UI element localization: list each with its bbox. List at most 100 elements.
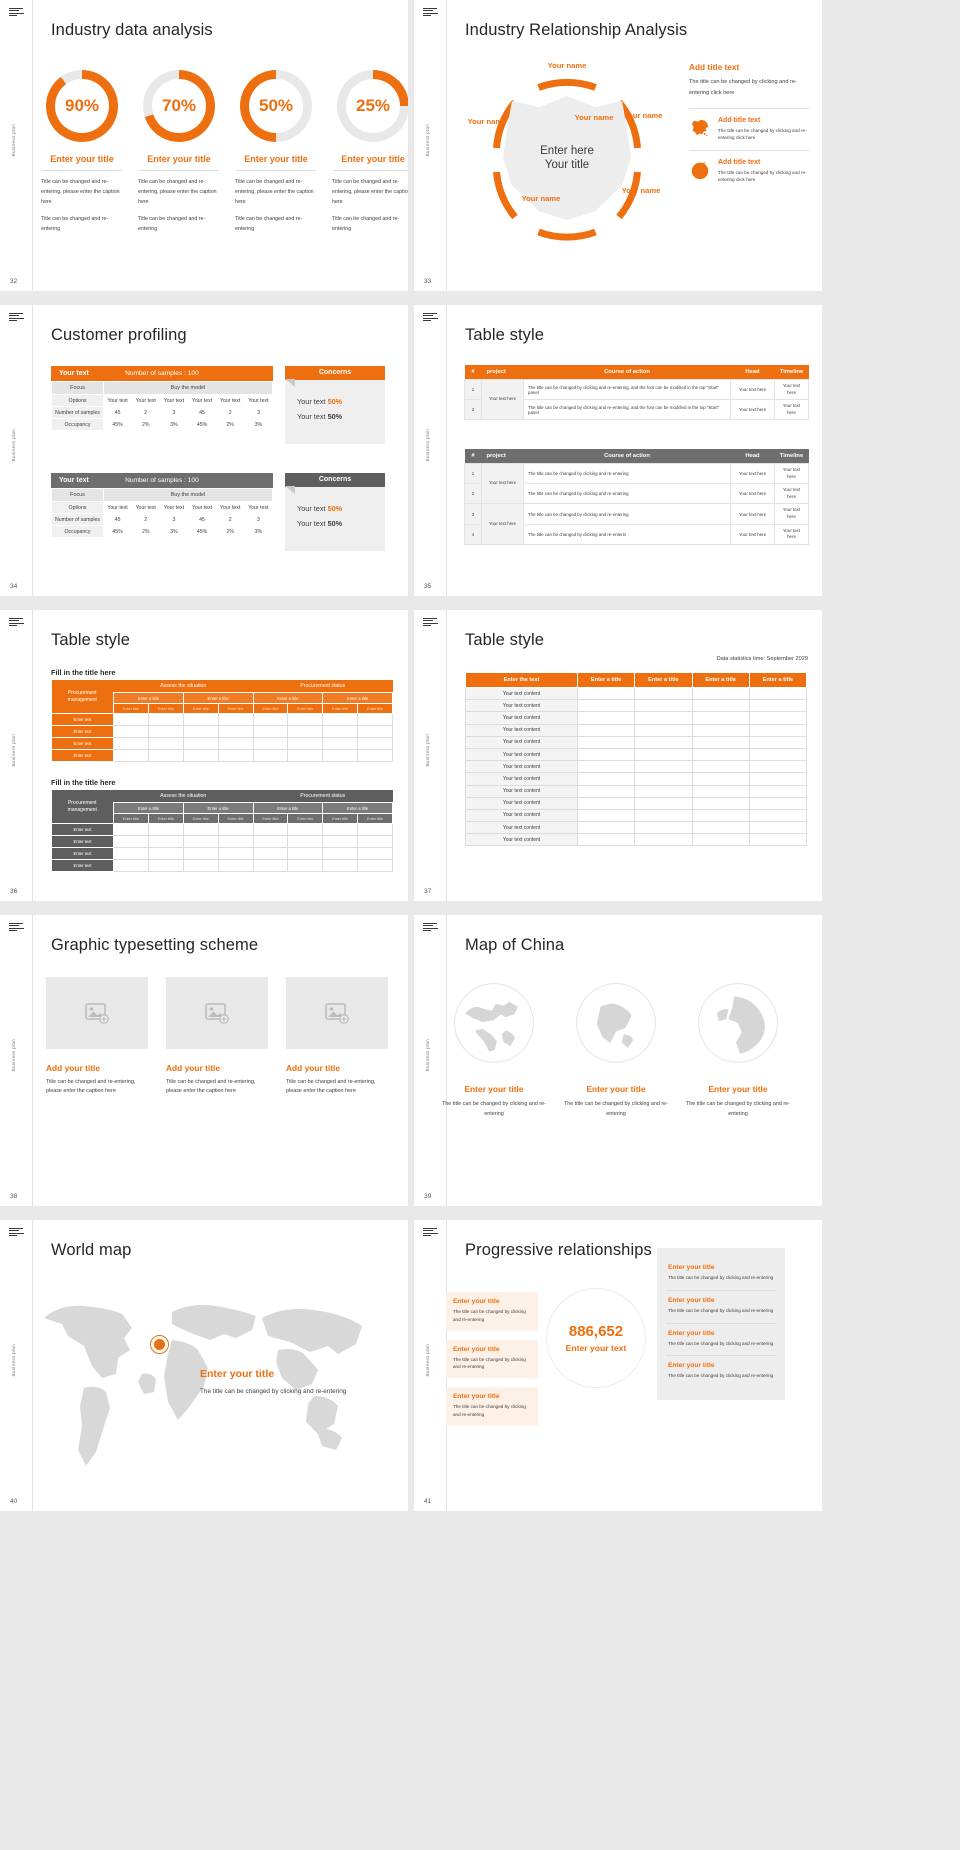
col-header-action: Course of action — [523, 449, 731, 464]
page-title: Industry data analysis — [51, 21, 213, 39]
card-heading: Enter your title — [668, 1362, 715, 1370]
cell-timeline: Your text here — [774, 378, 809, 401]
cell-head: Your text here — [730, 378, 775, 401]
data-timestamp: Data statistics time: September 2029 — [716, 656, 808, 662]
col-header-action: Course of action — [523, 365, 731, 380]
page-title: Table style — [465, 326, 545, 344]
cell: 2% — [131, 525, 161, 538]
table-header-row: # project Course of action Head Timeline — [464, 449, 809, 464]
relationship-diagram: Enter here Your title Your name Your nam… — [459, 61, 674, 252]
node-label-left: Your name — [467, 117, 507, 126]
slide-rail: Business plan — [414, 1220, 447, 1511]
divider — [689, 150, 809, 152]
info-item-body: The title can be changed by clicking and… — [718, 127, 807, 140]
col-header-head: Head — [730, 365, 775, 380]
table-row: Enter text — [51, 737, 393, 750]
concerns-label: Your text — [297, 396, 328, 406]
brand-logo-icon — [423, 1228, 439, 1237]
cell: 45% — [102, 525, 133, 538]
donut-group: 90% Enter your title Title can be change… — [38, 70, 408, 235]
slide-number: 34 — [10, 583, 18, 590]
rail-label: Business plan — [11, 429, 16, 462]
cell: Your text — [215, 394, 245, 407]
donut-chart-50: 50% — [240, 70, 312, 142]
cell: 2% — [131, 418, 161, 431]
profile-table-grey: Your text Number of samples : 100 Focus … — [51, 473, 274, 538]
node-label-right-bottom: Your name — [621, 186, 661, 195]
cell-project: Your text here — [481, 503, 524, 545]
brand-logo-icon — [423, 618, 439, 627]
globe-body: The title can be changed by clicking and… — [686, 1101, 790, 1118]
slide-number: 37 — [424, 888, 432, 895]
image-placeholder-icon — [85, 1003, 109, 1024]
group-header-1: Assess the situation — [113, 680, 253, 693]
pin-marker-icon[interactable] — [150, 1335, 169, 1354]
action-table-grey: # project Course of action Head Timeline… — [464, 449, 809, 545]
card-group: Add your title Title can be changed and … — [46, 977, 388, 1097]
slide-thumbnail-38[interactable]: Business plan Graphic typesetting scheme… — [0, 915, 408, 1206]
cell: 2 — [131, 513, 161, 526]
table-row: Your text content — [465, 686, 808, 701]
cell: 2% — [215, 418, 245, 431]
slide-thumbnail-32[interactable]: Business plan Industry data analysis 90%… — [0, 0, 408, 291]
col-header-1: Enter the text — [465, 672, 578, 688]
cell: Your text — [131, 501, 161, 514]
concerns-body: Your text 50% Your text 50% — [285, 379, 385, 444]
donut-value: 90% — [64, 96, 100, 115]
card-heading: Enter your title — [453, 1393, 500, 1401]
table-row: 1 Your text here The title can be change… — [464, 378, 809, 421]
slide-thumbnail-37[interactable]: Business plan Table style Data statistic… — [414, 610, 822, 901]
cell: Your text content — [465, 686, 578, 701]
slide-thumbnail-39[interactable]: Business plan Map of China Enter your ti… — [414, 915, 822, 1206]
cell-action: The title can be changed by clicking and… — [523, 523, 731, 545]
sub-sub-header: Enter title — [182, 813, 219, 824]
table-row: Options Your text Your text Your text Yo… — [51, 394, 274, 407]
stat-number: 886,652 — [568, 1323, 624, 1340]
table-row: Enter text — [51, 713, 393, 726]
row-label: Options — [51, 394, 104, 407]
table-row: Options Your text Your text Your text Yo… — [51, 501, 274, 514]
table-header-row: # project Course of action Head Timeline — [464, 365, 809, 380]
group-header-2: Procurement status — [253, 680, 393, 693]
divider — [42, 170, 122, 171]
corner-header: Procurement management — [51, 680, 114, 714]
concerns-label: Your text — [297, 411, 328, 421]
slide-thumbnail-33[interactable]: Business plan Industry Relationship Anal… — [414, 0, 822, 291]
group-header-2: Procurement status — [253, 790, 393, 803]
row-label: Occupancy — [51, 418, 104, 431]
slide-thumbnail-41[interactable]: Business plan Progressive relationships … — [414, 1220, 822, 1511]
info-heading: Add title text — [689, 62, 740, 72]
brand-logo-icon — [9, 1228, 25, 1237]
cell: Your text — [159, 394, 189, 407]
sub-sub-header: Enter title — [287, 813, 324, 824]
cell: Your text content — [465, 808, 578, 823]
row-header: Enter text — [51, 749, 114, 762]
table-row: Number of samples 45 2 3 45 2 3 — [51, 513, 274, 526]
slide-thumbnail-40[interactable]: Business plan World map Enter your title — [0, 1220, 408, 1511]
slide-number: 41 — [424, 1498, 432, 1505]
slide-rail: Business plan — [414, 0, 447, 291]
slide-thumbnail-36[interactable]: Business plan Table style Fill in the ti… — [0, 610, 408, 901]
cell: Your text content — [465, 747, 578, 762]
slide-thumbnail-34[interactable]: Business plan Customer profiling Your te… — [0, 305, 408, 596]
rail-label: Business plan — [11, 124, 16, 157]
center-line-2: Your title — [544, 159, 590, 171]
donut-chart-70: 70% — [143, 70, 215, 142]
sub-sub-header: Enter title — [147, 813, 184, 824]
table-row: 1 Your text here The title can be change… — [464, 462, 809, 505]
card-body: The title can be changed by clicking and… — [668, 1307, 774, 1313]
table-row: Enter text — [51, 725, 393, 738]
cell: Your text — [131, 394, 161, 407]
node-label-bottom: Your name — [521, 194, 561, 203]
left-card: Enter your title The title can be change… — [446, 1387, 538, 1426]
cell: Your text content — [465, 784, 578, 798]
donut-body-1: Title can be changed and re-entering, pl… — [138, 179, 217, 205]
card-body: The title can be changed by clicking and… — [668, 1373, 774, 1379]
brand-logo-icon — [423, 8, 439, 17]
slide-number: 35 — [424, 583, 432, 590]
cell: Your text content — [465, 699, 578, 713]
globe-icon — [689, 159, 711, 181]
image-placeholder-icon — [325, 1003, 349, 1024]
cell: 3% — [159, 418, 189, 431]
slide-thumbnail-35[interactable]: Business plan Table style # project Cour… — [414, 305, 822, 596]
